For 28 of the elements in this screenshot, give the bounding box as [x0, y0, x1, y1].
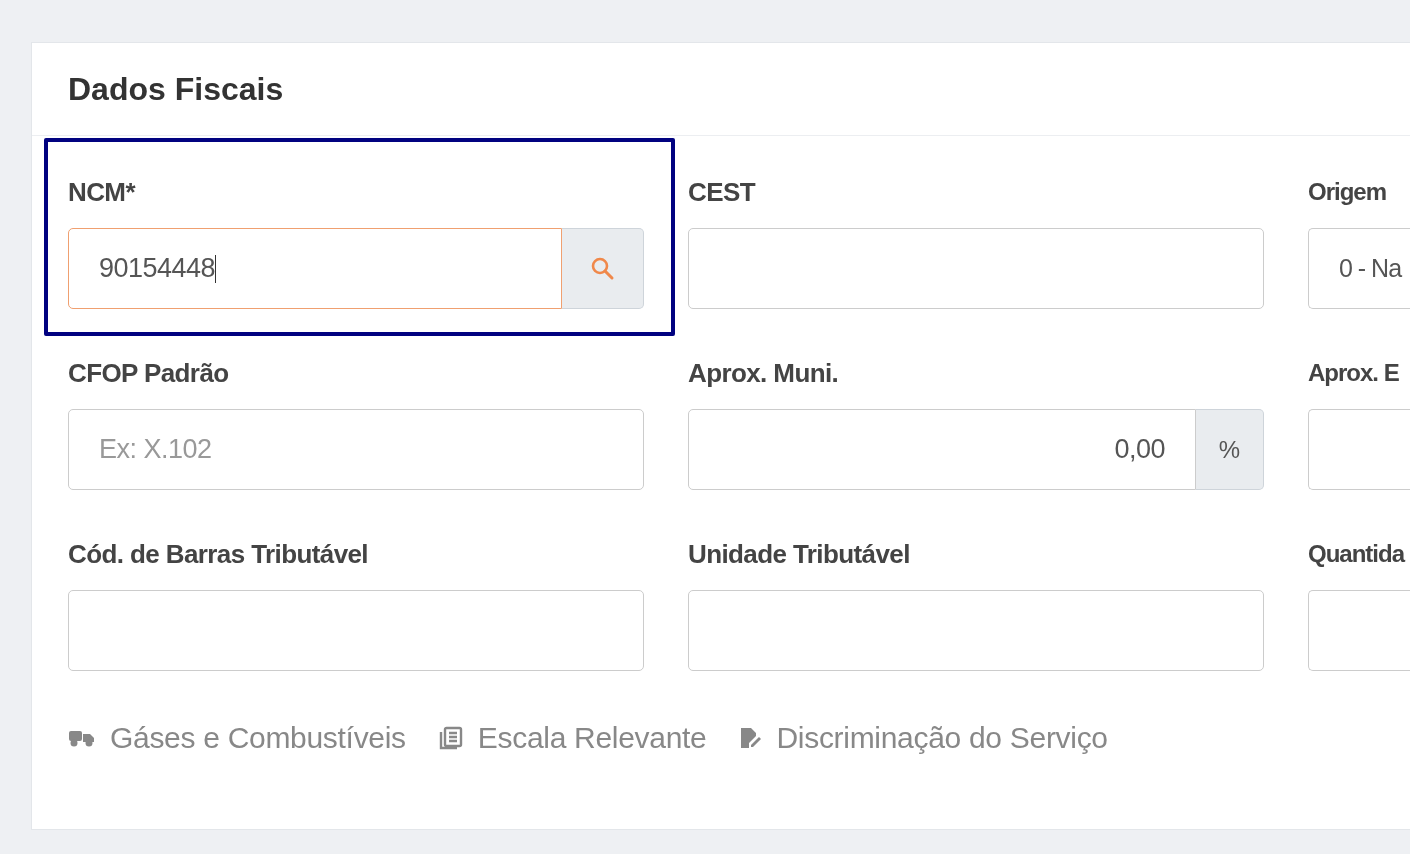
field-label: Aprox. Muni. — [688, 357, 840, 389]
input-field[interactable] — [688, 228, 1264, 309]
field-label: Quantida — [1308, 539, 1406, 569]
search-icon — [589, 255, 616, 282]
field-label: CEST — [688, 176, 757, 208]
search-button[interactable] — [562, 228, 644, 309]
field-label: Aprox. E — [1308, 358, 1400, 388]
link[interactable]: Discriminação do Serviço — [738, 721, 1108, 755]
input-field[interactable]: Ex: X.102 — [68, 409, 644, 490]
field-label: Origem — [1308, 177, 1388, 207]
input-field[interactable]: 90154448 — [68, 228, 562, 309]
field-label: Cód. de Barras Tributável — [68, 538, 369, 570]
link[interactable]: Escala Relevante — [437, 721, 707, 755]
input-field[interactable]: 0 - Na — [1308, 228, 1410, 309]
field-label: Unidade Tributável — [688, 538, 911, 570]
input-field[interactable] — [688, 590, 1264, 671]
percent-addon: % — [1196, 409, 1264, 490]
edit-document-icon — [738, 726, 763, 750]
input-field[interactable] — [1308, 409, 1410, 490]
truck-icon — [68, 728, 96, 748]
section-title: Dados Fiscais — [68, 70, 284, 108]
input-field[interactable]: 0,00 — [688, 409, 1196, 490]
field-label: CFOP Padrão — [68, 357, 230, 389]
document-icon — [437, 726, 464, 750]
input-field[interactable] — [1308, 590, 1410, 671]
input-field[interactable] — [68, 590, 644, 671]
field-label: NCM* — [68, 176, 137, 208]
link[interactable]: Gáses e Combustíveis — [68, 721, 406, 755]
